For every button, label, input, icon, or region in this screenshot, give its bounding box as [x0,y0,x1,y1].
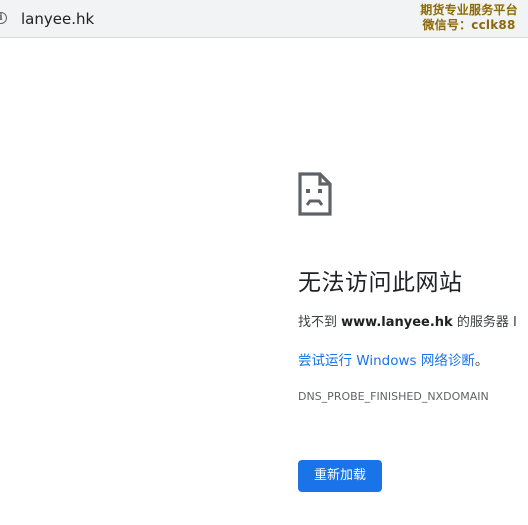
sad-file-icon [298,172,332,216]
error-desc-prefix: 找不到 [298,315,342,330]
browser-error-page: i lanyee.hk 期货专业服务平台 微信号：cclk88 无法访问此网站 … [0,0,528,525]
network-diagnostics-link-row: 尝试运行 Windows 网络诊断。 [298,349,488,369]
diagnostics-link-suffix: 。 [474,353,489,369]
watermark: 期货专业服务平台 微信号：cclk88 [410,3,528,33]
reload-button[interactable]: 重新加载 [298,460,382,492]
watermark-line2: 微信号：cclk88 [422,18,516,32]
error-code: DNS_PROBE_FINISHED_NXDOMAIN [298,390,489,403]
error-desc-domain: www.lanyee.hk [341,315,453,330]
info-icon[interactable]: i [0,12,7,24]
network-diagnostics-link[interactable]: 尝试运行 Windows 网络诊断 [298,353,475,369]
error-description: 找不到 www.lanyee.hk 的服务器 I [298,311,517,330]
error-desc-suffix: 的服务器 I [452,315,517,330]
watermark-line1: 期货专业服务平台 [420,3,518,17]
error-title: 无法访问此网站 [298,270,463,296]
url-text[interactable]: lanyee.hk [21,10,94,28]
address-bar[interactable]: i lanyee.hk 期货专业服务平台 微信号：cclk88 [0,0,528,38]
